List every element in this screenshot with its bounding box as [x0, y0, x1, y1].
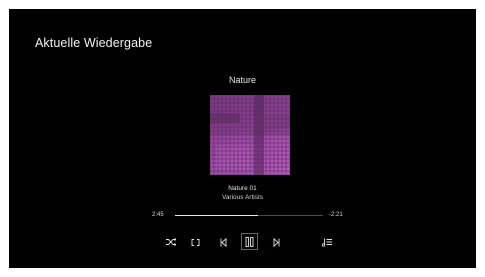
pause-icon — [245, 236, 254, 247]
shuffle-icon — [166, 238, 176, 246]
previous-track-button[interactable] — [215, 234, 231, 250]
repeat-button[interactable] — [187, 234, 203, 250]
playlist-title: Nature — [228, 75, 256, 85]
elapsed-time: 2:45 — [152, 212, 164, 218]
next-track-icon — [273, 237, 280, 247]
next-track-button[interactable] — [268, 234, 284, 250]
previous-track-icon — [220, 237, 227, 247]
progress-fill — [175, 215, 258, 216]
pause-button[interactable] — [241, 233, 258, 250]
track-artist: Various Artists — [221, 194, 264, 201]
page-title: Aktuelle Wiedergabe — [35, 36, 153, 50]
now-playing-screen: Aktuelle Wiedergabe Nature Nature 01 Var… — [9, 9, 476, 268]
progress-bar[interactable] — [175, 215, 323, 216]
shuffle-button[interactable] — [163, 234, 179, 250]
queue-button[interactable] — [319, 234, 335, 250]
repeat-icon — [191, 238, 200, 246]
track-title: Nature 01 — [228, 185, 257, 192]
playback-controls — [9, 233, 476, 250]
remaining-time: -2:21 — [329, 212, 343, 218]
queue-icon — [322, 238, 332, 247]
album-art — [210, 95, 290, 175]
